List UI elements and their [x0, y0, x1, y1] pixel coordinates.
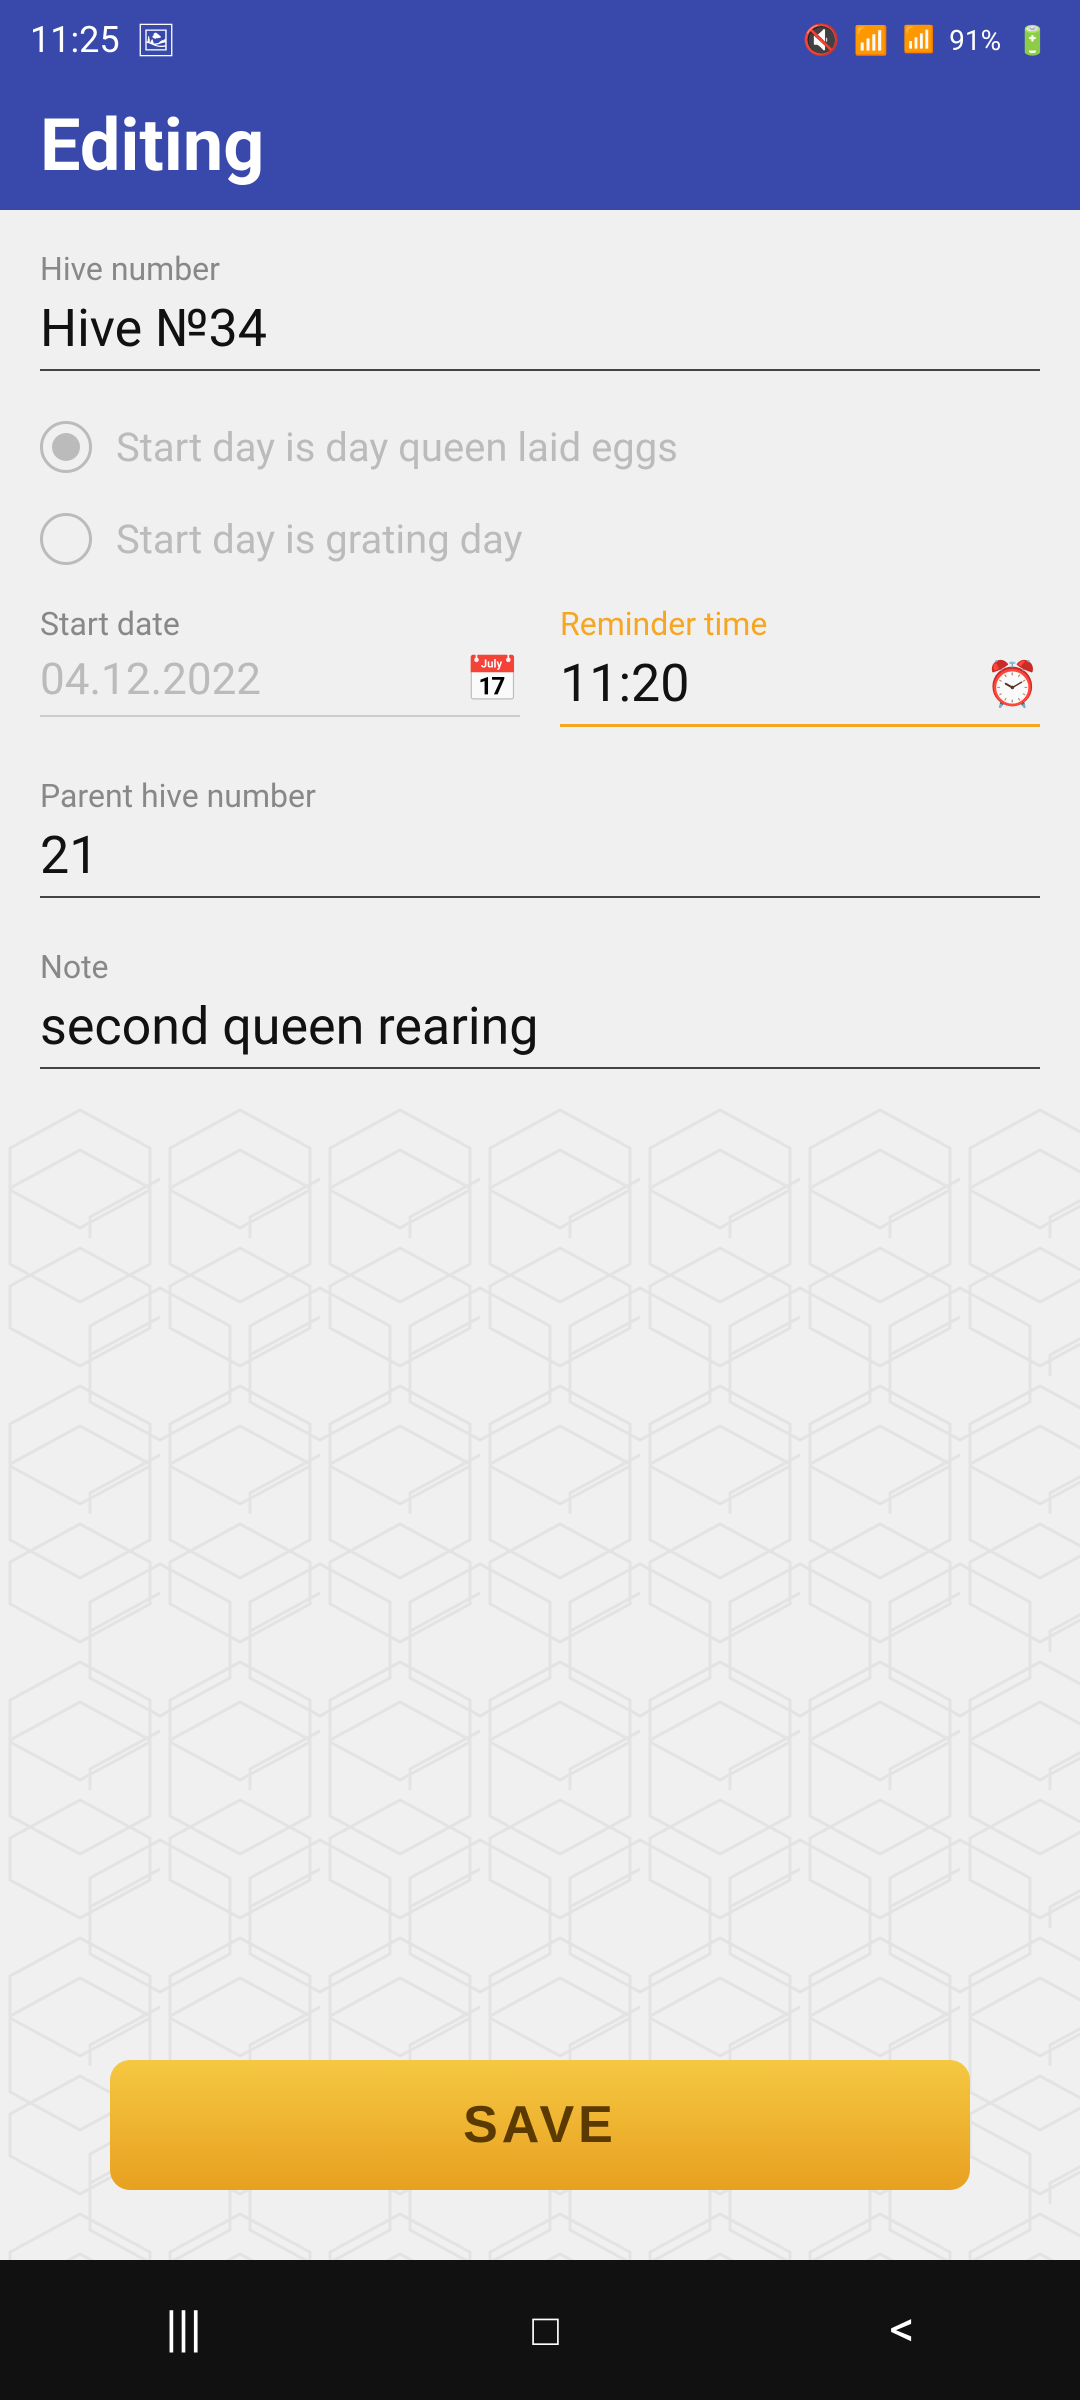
- parent-hive-group: Parent hive number 21: [40, 777, 1040, 898]
- note-label: Note: [40, 948, 1040, 986]
- gallery-icon: 🖼: [136, 21, 177, 59]
- main-content: Hive number Hive №34 Start day is day qu…: [0, 210, 1080, 2400]
- parent-hive-value[interactable]: 21: [40, 825, 1040, 898]
- start-date-value: 04.12.2022: [40, 653, 261, 705]
- signal-icon: 📶: [903, 25, 935, 55]
- note-value[interactable]: second queen rearing: [40, 996, 1040, 1069]
- note-group: Note second queen rearing: [40, 948, 1040, 1069]
- hive-number-label: Hive number: [40, 250, 1040, 288]
- start-date-label: Start date: [40, 605, 520, 643]
- hive-number-group: Hive number Hive №34: [40, 250, 1040, 371]
- page-title: Editing: [40, 103, 264, 188]
- radio-item-grating[interactable]: Start day is grating day: [40, 513, 1040, 565]
- reminder-time-group: Reminder time 11:20 ⏰: [560, 605, 1040, 727]
- radio-label-grating: Start day is grating day: [116, 516, 523, 563]
- status-time-group: 11:25 🖼: [30, 19, 176, 61]
- save-button-wrapper: SAVE: [0, 2060, 1080, 2190]
- start-date-group: Start date 04.12.2022 📅: [40, 605, 520, 727]
- alarm-icon[interactable]: ⏰: [985, 658, 1040, 710]
- nav-back-icon[interactable]: <: [889, 2301, 914, 2359]
- app-header: Editing: [0, 80, 1080, 210]
- honeycomb-background: [0, 1100, 1080, 2400]
- radio-label-queen-eggs: Start day is day queen laid eggs: [116, 424, 678, 471]
- calendar-icon[interactable]: 📅: [465, 653, 520, 705]
- status-bar: 11:25 🖼 🔇 📶 📶 91% 🔋: [0, 0, 1080, 80]
- status-time: 11:25: [30, 19, 120, 61]
- form-fields: Hive number Hive №34 Start day is day qu…: [0, 210, 1080, 1069]
- radio-item-queen-eggs[interactable]: Start day is day queen laid eggs: [40, 421, 1040, 473]
- wifi-icon: 📶: [854, 24, 889, 57]
- radio-circle-grating[interactable]: [40, 513, 92, 565]
- bottom-nav: ||| □ <: [0, 2260, 1080, 2400]
- battery-percentage: 91%: [949, 24, 1001, 57]
- battery-icon: 🔋: [1015, 24, 1050, 57]
- hive-number-value[interactable]: Hive №34: [40, 298, 1040, 371]
- radio-inner-queen-eggs: [52, 433, 80, 461]
- reminder-time-value: 11:20: [560, 653, 690, 714]
- reminder-time-label: Reminder time: [560, 605, 1040, 643]
- date-reminder-row: Start date 04.12.2022 📅 Reminder time 11…: [40, 605, 1040, 727]
- parent-hive-label: Parent hive number: [40, 777, 1040, 815]
- nav-home-icon[interactable]: □: [532, 2304, 559, 2356]
- mute-icon: 🔇: [803, 23, 840, 58]
- start-date-field[interactable]: 04.12.2022 📅: [40, 653, 520, 717]
- status-icons-group: 🔇 📶 📶 91% 🔋: [803, 23, 1050, 58]
- radio-group: Start day is day queen laid eggs Start d…: [40, 421, 1040, 565]
- reminder-time-field[interactable]: 11:20 ⏰: [560, 653, 1040, 727]
- radio-circle-queen-eggs[interactable]: [40, 421, 92, 473]
- nav-recent-apps-icon[interactable]: |||: [165, 2301, 202, 2359]
- save-button[interactable]: SAVE: [110, 2060, 970, 2190]
